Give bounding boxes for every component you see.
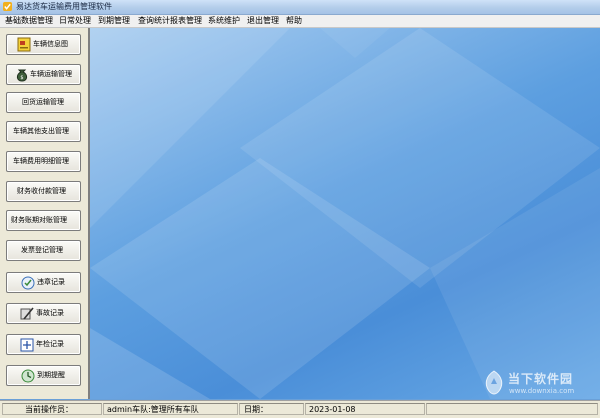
nav-inspection[interactable]: 年检记录 xyxy=(6,334,81,355)
menu-bar: 基础数据管理 日常处理 到期管理 查询统计报表管理 系统维护 退出管理 帮助 xyxy=(0,15,600,28)
inspection-icon xyxy=(20,338,34,352)
nav-expense-detail[interactable]: 车辆费用明细管理 xyxy=(6,151,81,172)
violation-icon xyxy=(21,276,35,290)
svg-text:$: $ xyxy=(20,75,23,81)
nav-finance-payment[interactable]: 财务收付款管理 xyxy=(6,181,81,202)
watermark-logo-icon xyxy=(485,370,503,395)
nav-vehicle-info[interactable]: 车辆信息图 xyxy=(6,34,81,55)
menu-daily[interactable]: 日常处理 xyxy=(59,15,91,27)
menu-basic-data[interactable]: 基础数据管理 xyxy=(5,15,53,27)
window-title: 易达货车运输费用管理软件 xyxy=(16,2,112,11)
reminder-icon xyxy=(21,369,35,383)
status-date-label: 日期： xyxy=(239,403,304,415)
nav-other-expense[interactable]: 车辆其他支出管理 xyxy=(6,121,81,142)
nav-return-transport[interactable]: 回货运输管理 xyxy=(6,92,81,113)
status-bar: 当前操作员： admin车队:管理所有车队 日期： 2023-01-08 xyxy=(0,400,600,418)
money-bag-icon: $ xyxy=(16,69,28,82)
menu-help[interactable]: 帮助 xyxy=(286,15,302,27)
app-icon xyxy=(3,2,12,11)
nav-finance-reconcile[interactable]: 财务账期对账管理 xyxy=(6,210,81,231)
nav-vehicle-transport[interactable]: $ 车辆运输管理 xyxy=(6,64,81,85)
background-pattern xyxy=(90,28,600,399)
nav-accident[interactable]: 事故记录 xyxy=(6,303,81,324)
menu-system[interactable]: 系统维护 xyxy=(208,15,240,27)
nav-violation[interactable]: 违章记录 xyxy=(6,272,81,293)
watermark: 当下软件园 www.downxia.com xyxy=(478,368,593,398)
title-bar: 易达货车运输费用管理软件 xyxy=(0,0,600,15)
watermark-title: 当下软件园 xyxy=(508,372,574,386)
main-workspace xyxy=(90,28,600,399)
nav-reminder[interactable]: 到期提醒 xyxy=(6,365,81,386)
vehicle-info-icon xyxy=(17,37,31,52)
nav-invoice[interactable]: 发票登记管理 xyxy=(6,240,81,261)
status-date-value: 2023-01-08 xyxy=(305,403,425,415)
nav-panel: 车辆信息图 $ 车辆运输管理 回货运输管理 车辆其他支出管理 车辆费用明细管理 … xyxy=(0,28,90,399)
menu-exit[interactable]: 退出管理 xyxy=(247,15,279,27)
status-empty xyxy=(426,403,598,415)
accident-icon xyxy=(20,307,34,320)
watermark-url: www.downxia.com xyxy=(509,387,575,395)
status-operator-value: admin车队:管理所有车队 xyxy=(103,403,238,415)
menu-expiry[interactable]: 到期管理 xyxy=(98,15,130,27)
menu-reports[interactable]: 查询统计报表管理 xyxy=(138,15,202,27)
status-operator-label: 当前操作员： xyxy=(2,403,102,415)
